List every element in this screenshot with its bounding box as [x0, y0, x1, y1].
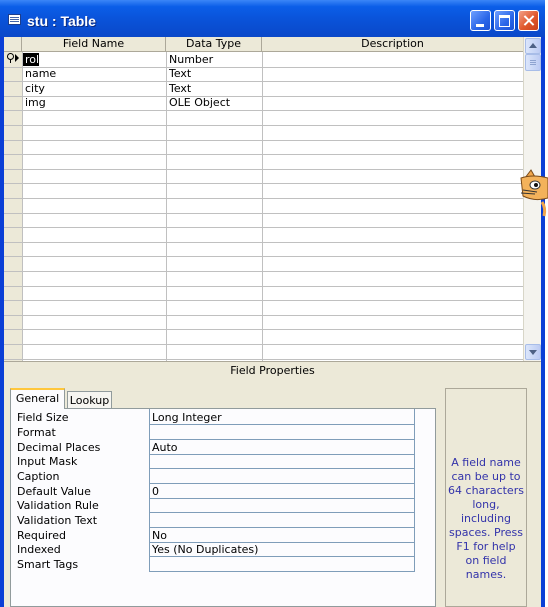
field-name-cell[interactable]: city — [25, 82, 45, 96]
grid-row-line — [4, 169, 523, 170]
column-header-description[interactable]: Description — [262, 37, 523, 51]
property-value-default-value[interactable]: 0 — [150, 485, 415, 499]
grid-row-line — [4, 300, 523, 301]
property-value-format[interactable] — [150, 426, 415, 440]
property-value-required[interactable]: No — [150, 529, 415, 543]
property-value-caption[interactable] — [150, 470, 415, 484]
grid-row-line — [4, 67, 523, 68]
data-type-cell[interactable]: Text — [169, 82, 191, 96]
data-type-cell[interactable]: OLE Object — [169, 96, 230, 110]
scroll-thumb[interactable] — [525, 54, 541, 71]
field-name-cell[interactable]: name — [25, 67, 56, 81]
column-header-field-name[interactable]: Field Name — [22, 37, 166, 51]
help-panel: A field name can be up to 64 characters … — [445, 388, 527, 607]
property-label: Smart Tags — [17, 558, 79, 571]
property-label: Validation Rule — [17, 499, 99, 512]
property-label: Format — [17, 426, 56, 439]
property-value-indexed[interactable]: Yes (No Duplicates) — [150, 543, 415, 557]
field-grid: Field Name Data Type Description roll Nu… — [4, 37, 541, 361]
grid-row-line — [4, 242, 523, 243]
table-design-window: stu : Table Field Name Data Type Descrip… — [0, 0, 545, 607]
window-title: stu : Table — [27, 13, 96, 29]
grid-column-line — [262, 52, 263, 361]
property-label: Field Size — [17, 411, 69, 424]
property-label: Decimal Places — [17, 441, 101, 454]
field-name-cell[interactable]: roll — [25, 53, 42, 67]
grid-row-line — [4, 359, 523, 360]
office-assistant-cat-icon[interactable] — [515, 168, 548, 222]
grid-row-line — [4, 198, 523, 199]
data-type-cell[interactable]: Text — [169, 67, 191, 81]
grid-row-line — [4, 256, 523, 257]
field-properties-area: General Lookup Field Size Long Integer F… — [4, 379, 541, 607]
property-label: Indexed — [17, 543, 61, 556]
property-label: Default Value — [17, 485, 91, 498]
tab-general[interactable]: General — [10, 388, 65, 409]
scroll-up-button[interactable] — [525, 38, 541, 54]
grid-row-line — [4, 125, 523, 126]
grid-row-line — [4, 110, 523, 111]
grid-row-line — [4, 315, 523, 316]
grid-header: Field Name Data Type Description — [4, 37, 523, 52]
grid-row-line — [4, 81, 523, 82]
field-name-cell[interactable]: img — [25, 96, 46, 110]
property-label: Required — [17, 529, 66, 542]
field-properties-label: Field Properties — [4, 361, 541, 380]
title-bar[interactable]: stu : Table — [0, 0, 545, 37]
grid-row-line — [4, 213, 523, 214]
property-value-field-size[interactable]: Long Integer — [150, 411, 415, 425]
close-button[interactable] — [518, 10, 539, 31]
primary-key-icon — [7, 53, 20, 63]
table-icon[interactable] — [8, 14, 21, 25]
property-value-decimal-places[interactable]: Auto — [150, 441, 415, 455]
maximize-button[interactable] — [494, 10, 515, 31]
minimize-button[interactable] — [470, 10, 491, 31]
grid-row-line — [4, 140, 523, 141]
header-row-selector[interactable] — [4, 37, 22, 51]
grid-row-line — [4, 227, 523, 228]
grid-row-line — [4, 96, 523, 97]
grid-row-line — [4, 271, 523, 272]
property-value-input-mask[interactable] — [150, 455, 415, 469]
grid-row-line — [4, 183, 523, 184]
grid-row-line — [4, 344, 523, 345]
property-value-smart-tags[interactable] — [150, 558, 415, 572]
scroll-down-button[interactable] — [525, 344, 541, 360]
tab-lookup[interactable]: Lookup — [67, 391, 112, 409]
property-label: Input Mask — [17, 455, 78, 468]
column-header-data-type[interactable]: Data Type — [166, 37, 262, 51]
property-label: Caption — [17, 470, 60, 483]
data-type-cell[interactable]: Number — [169, 53, 213, 67]
grid-row-line — [4, 286, 523, 287]
grid-row-line — [4, 154, 523, 155]
help-text: A field name can be up to 64 characters … — [448, 456, 524, 581]
grid-column-line — [166, 52, 167, 361]
property-value-validation-text[interactable] — [150, 514, 415, 528]
general-properties-panel: Field Size Long Integer Format Decimal P… — [10, 408, 436, 607]
grid-row-line — [4, 329, 523, 330]
property-value-validation-rule[interactable] — [150, 499, 415, 513]
window-client-area: Field Name Data Type Description roll Nu… — [4, 37, 541, 607]
grid-column-line — [22, 52, 23, 361]
property-label: Validation Text — [17, 514, 98, 527]
